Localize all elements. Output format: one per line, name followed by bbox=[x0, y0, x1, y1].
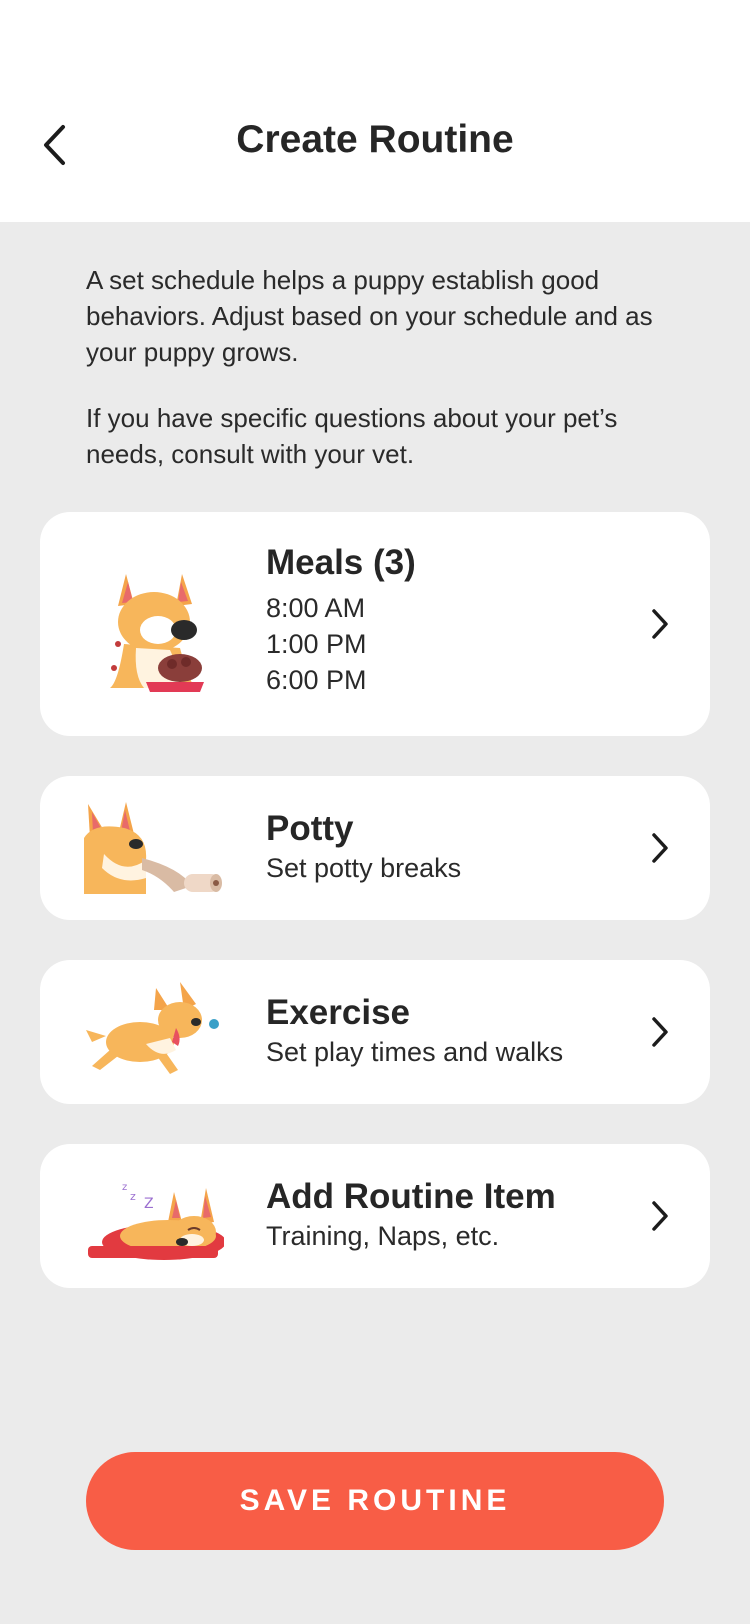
dog-sleeping-illustration: z z Z bbox=[84, 1170, 226, 1265]
intro-text: A set schedule helps a puppy establish g… bbox=[86, 262, 686, 472]
exercise-subtitle: Set play times and walks bbox=[266, 1037, 564, 1067]
intro-paragraph-2: If you have specific questions about you… bbox=[86, 403, 618, 469]
meals-text: Meals (3) 8:00 AM 1:00 PM 6:00 PM bbox=[266, 542, 416, 698]
meals-title: Meals (3) bbox=[266, 543, 416, 582]
meal-time-item: 1:00 PM bbox=[266, 629, 367, 659]
potty-card[interactable]: Potty Set potty breaks bbox=[40, 776, 710, 920]
svg-text:z: z bbox=[122, 1182, 127, 1193]
meal-time-item: 8:00 AM bbox=[266, 593, 366, 623]
exercise-card[interactable]: Exercise Set play times and walks bbox=[40, 960, 710, 1104]
intro-paragraph-1: A set schedule helps a puppy establish g… bbox=[86, 265, 653, 367]
potty-title: Potty bbox=[266, 809, 354, 848]
add-routine-subtitle: Training, Naps, etc. bbox=[266, 1221, 500, 1251]
add-routine-item-card[interactable]: z z Z Add Routine Item Training, Naps, e… bbox=[40, 1144, 710, 1288]
potty-text: Potty Set potty breaks bbox=[266, 808, 461, 886]
svg-text:z: z bbox=[130, 1190, 136, 1203]
exercise-text: Exercise Set play times and walks bbox=[266, 992, 563, 1070]
chevron-right-icon bbox=[652, 1201, 668, 1231]
chevron-right-icon bbox=[652, 833, 668, 863]
meals-card[interactable]: Meals (3) 8:00 AM 1:00 PM 6:00 PM bbox=[40, 512, 710, 736]
save-routine-button[interactable]: SAVE ROUTINE bbox=[86, 1452, 664, 1550]
meal-time-item: 6:00 PM bbox=[266, 665, 367, 695]
add-routine-title: Add Routine Item bbox=[266, 1177, 556, 1216]
add-routine-text: Add Routine Item Training, Naps, etc. bbox=[266, 1176, 556, 1254]
chevron-right-icon bbox=[652, 1017, 668, 1047]
potty-subtitle: Set potty breaks bbox=[266, 853, 462, 883]
app-header: Create Routine bbox=[0, 0, 750, 222]
svg-text:Z: Z bbox=[144, 1196, 154, 1212]
chevron-right-icon bbox=[652, 609, 668, 639]
dog-eating-illustration bbox=[84, 564, 224, 699]
exercise-title: Exercise bbox=[266, 993, 411, 1032]
dog-potty-illustration bbox=[84, 798, 224, 899]
dog-running-illustration bbox=[84, 980, 224, 1085]
page-title: Create Routine bbox=[236, 118, 514, 161]
